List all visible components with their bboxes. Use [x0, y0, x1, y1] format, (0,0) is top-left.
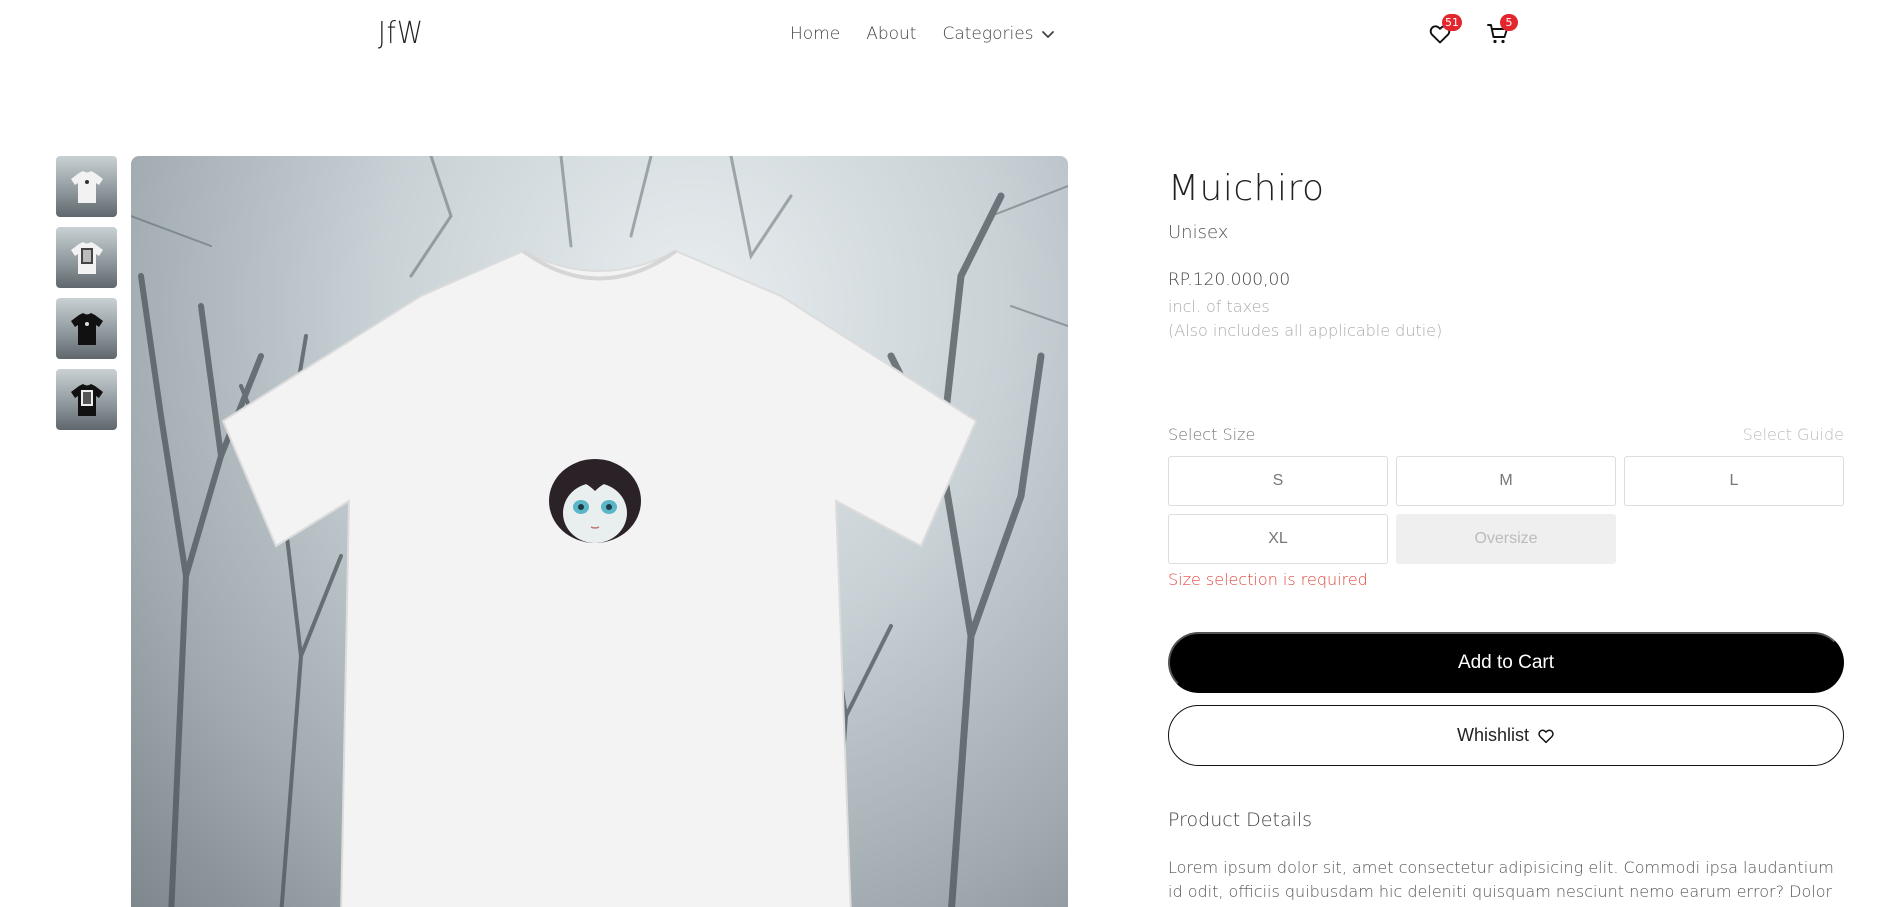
thumbnail-2[interactable]: [56, 227, 117, 288]
product-title: Muichiro: [1168, 168, 1325, 209]
thumbnail-list: [56, 156, 117, 430]
heart-icon: [1538, 728, 1554, 743]
size-guide-link[interactable]: Select Guide: [1743, 425, 1844, 444]
product-photo: [131, 156, 1068, 907]
select-size-label: Select Size: [1168, 425, 1256, 444]
chevron-down-icon: [1041, 31, 1054, 38]
product-main-image[interactable]: [131, 156, 1068, 907]
black-tee-print-thumbnail-icon: [70, 383, 103, 416]
size-error-message: Size selection is required: [1168, 570, 1368, 589]
wishlist-button[interactable]: Whishlist: [1168, 705, 1844, 766]
product-details-title: Product Details: [1168, 809, 1313, 831]
black-tee-thumbnail-icon: [70, 312, 103, 345]
add-to-cart-label: Add to Cart: [1457, 651, 1555, 673]
white-tee-print-thumbnail-icon: [70, 241, 103, 274]
nav-home-label: Home: [790, 24, 841, 44]
size-l-button[interactable]: L: [1624, 456, 1844, 506]
header-actions: 51 5: [1428, 14, 1518, 46]
size-xl-button[interactable]: XL: [1168, 514, 1388, 564]
thumbnail-4[interactable]: [56, 369, 117, 430]
size-options: S M L XL Oversize: [1168, 456, 1844, 564]
thumbnail-3[interactable]: [56, 298, 117, 359]
cart-count-badge: 5: [1500, 14, 1518, 31]
cart-link[interactable]: 5: [1486, 14, 1518, 46]
thumbnail-1[interactable]: [56, 156, 117, 217]
add-to-cart-button[interactable]: Add to Cart: [1168, 632, 1844, 693]
site-header: JfW Home About Categories 51 5: [0, 0, 1900, 72]
size-oversize-button[interactable]: Oversize: [1396, 514, 1616, 564]
tax-note: incl. of taxes: [1168, 297, 1270, 316]
wishlist-button-label: Whishlist: [1456, 725, 1529, 745]
wishlist-count-badge: 51: [1442, 14, 1462, 31]
size-m-button[interactable]: M: [1396, 456, 1616, 506]
nav-about[interactable]: About: [866, 24, 916, 44]
main-nav: Home About Categories: [790, 24, 1056, 44]
nav-about-label: About: [866, 24, 917, 44]
duty-note: (Also includes all applicable dutie): [1168, 321, 1443, 340]
product-price: RP.120.000,00: [1168, 270, 1291, 290]
white-tee-thumbnail-icon: [70, 170, 103, 203]
size-s-button[interactable]: S: [1168, 456, 1388, 506]
product-gender: Unisex: [1168, 222, 1229, 243]
nav-categories-label: Categories: [942, 24, 1034, 44]
site-logo[interactable]: JfW: [378, 16, 424, 51]
wishlist-link[interactable]: 51: [1428, 14, 1462, 46]
nav-categories[interactable]: Categories: [942, 24, 1055, 44]
nav-home[interactable]: Home: [790, 24, 840, 44]
product-details-text: Lorem ipsum dolor sit, amet consectetur …: [1168, 858, 1834, 907]
